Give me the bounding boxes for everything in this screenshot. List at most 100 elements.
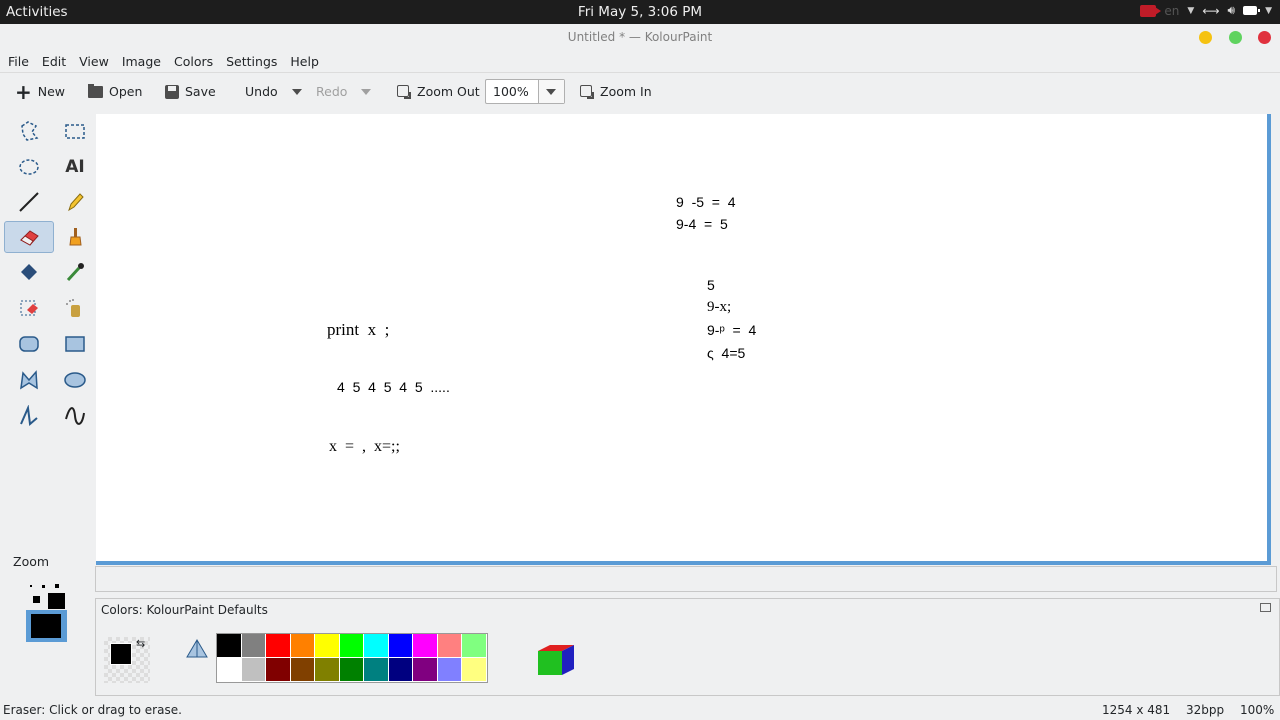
network-icon[interactable]: ⟷ xyxy=(1202,4,1219,18)
canvas-text-9-5-erased: 9-ᵖ = 4 xyxy=(707,322,757,338)
save-button[interactable]: Save xyxy=(165,84,216,99)
eraser-tool[interactable] xyxy=(4,221,54,253)
palette-swatch[interactable] xyxy=(217,634,242,658)
free-form-selection-tool[interactable] xyxy=(4,115,54,147)
plus-icon: + xyxy=(15,79,32,104)
zoom-label: Zoom xyxy=(13,554,50,569)
clock[interactable]: Fri May 5, 3:06 PM xyxy=(0,4,1280,20)
rectangle-icon xyxy=(65,336,85,352)
canvas-text-eq1: 9 -5 = 4 xyxy=(676,194,736,210)
palette-swatch[interactable] xyxy=(290,634,315,658)
menu-help[interactable]: Help xyxy=(286,50,323,72)
zoom-in-label: Zoom In xyxy=(600,84,652,99)
float-panel-icon[interactable] xyxy=(1260,603,1271,612)
pen-tool[interactable] xyxy=(50,186,100,218)
curve-icon xyxy=(65,407,85,425)
elliptical-selection-tool[interactable] xyxy=(4,151,54,183)
redo-dropdown-icon[interactable] xyxy=(361,88,372,95)
palette-swatch[interactable] xyxy=(241,634,266,658)
palette-swatch[interactable] xyxy=(364,634,389,658)
new-button[interactable]: + New xyxy=(15,79,65,104)
swap-colors-icon[interactable]: ⇆ xyxy=(136,637,145,650)
polygon-tool[interactable] xyxy=(4,364,54,396)
colors-panel: Colors: KolourPaint Defaults ⇆ xyxy=(95,598,1280,696)
palette-swatch[interactable] xyxy=(462,634,487,658)
color-picker-tool[interactable] xyxy=(50,256,100,288)
palette-swatch[interactable] xyxy=(339,634,364,658)
flood-fill-tool[interactable] xyxy=(4,256,54,288)
palette-swatch[interactable] xyxy=(241,658,266,682)
text-tool[interactable]: AI xyxy=(50,151,100,183)
folder-icon xyxy=(88,83,103,98)
maximize-button[interactable] xyxy=(1229,31,1242,44)
chevron-down-icon[interactable]: ▼ xyxy=(1187,6,1194,16)
zoom-dropdown-button[interactable] xyxy=(538,80,564,103)
open-label: Open xyxy=(109,84,143,99)
keyboard-layout-indicator[interactable]: en xyxy=(1164,4,1179,18)
rectangular-selection-tool[interactable] xyxy=(50,115,100,147)
eyedropper-icon xyxy=(66,263,84,282)
menu-image[interactable]: Image xyxy=(118,50,165,72)
canvas-text-eq2: 9-4 = 5 xyxy=(676,216,728,232)
curve-tool[interactable] xyxy=(50,400,100,432)
redo-button[interactable]: Redo xyxy=(316,84,372,99)
palette-swatch[interactable] xyxy=(364,658,389,682)
palette-swatch[interactable] xyxy=(217,658,242,682)
chevron-down-icon xyxy=(546,89,556,95)
palette-swatch[interactable] xyxy=(437,634,462,658)
ellipse-tool[interactable] xyxy=(50,364,100,396)
zoom-in-button[interactable]: Zoom In xyxy=(580,84,652,99)
menu-settings[interactable]: Settings xyxy=(222,50,281,72)
palette-swatch[interactable] xyxy=(315,658,340,682)
menu-view[interactable]: View xyxy=(75,50,113,72)
horizontal-scrollbar[interactable] xyxy=(95,566,1277,592)
line-icon xyxy=(19,192,39,212)
rounded-rectangle-tool[interactable] xyxy=(4,328,54,360)
system-menu-chevron-icon[interactable]: ▼ xyxy=(1265,6,1272,16)
status-zoom: 100% xyxy=(1240,703,1275,717)
battery-icon[interactable] xyxy=(1243,6,1261,15)
system-tray[interactable]: en ▼ ⟷ 🔊︎ ▼ xyxy=(1140,3,1272,18)
menu-edit[interactable]: Edit xyxy=(38,50,70,72)
zoom-out-button[interactable]: Zoom Out xyxy=(397,84,480,99)
minimize-button[interactable] xyxy=(1199,31,1212,44)
palette-swatch[interactable] xyxy=(315,634,340,658)
text-tool-icon: AI xyxy=(65,157,85,177)
zoom-out-label: Zoom Out xyxy=(417,84,480,99)
spraycan-tool[interactable] xyxy=(50,292,100,324)
zoom-value[interactable]: 100% xyxy=(493,84,529,99)
color-eraser-icon xyxy=(20,300,38,316)
palette-swatch[interactable] xyxy=(413,634,438,658)
undo-label: Undo xyxy=(245,84,278,99)
tool-options-box[interactable] xyxy=(26,583,68,643)
zoom-combobox[interactable]: 100% xyxy=(485,79,565,104)
palette-swatch[interactable] xyxy=(266,634,291,658)
palette-swatch[interactable] xyxy=(388,634,413,658)
color-eraser-tool[interactable] xyxy=(4,292,54,324)
undo-button[interactable]: Undo xyxy=(245,84,302,99)
palette-swatch[interactable] xyxy=(388,658,413,682)
palette-swatch[interactable] xyxy=(339,658,364,682)
open-button[interactable]: Open xyxy=(88,83,143,99)
menu-colors[interactable]: Colors xyxy=(170,50,217,72)
drawing-canvas[interactable]: 9 -5 = 4 9-4 = 5 5 9-x; 9-ᵖ = 4 ς 4=5 pr… xyxy=(96,114,1271,565)
color-similarity-icon[interactable] xyxy=(186,639,208,659)
polyline-tool[interactable] xyxy=(4,400,54,432)
menu-file[interactable]: File xyxy=(4,50,33,72)
close-button[interactable] xyxy=(1258,31,1271,44)
volume-icon[interactable]: 🔊︎ xyxy=(1228,3,1236,18)
palette-swatch[interactable] xyxy=(437,658,462,682)
foreground-color[interactable] xyxy=(110,643,132,665)
palette-swatch[interactable] xyxy=(266,658,291,682)
line-tool[interactable] xyxy=(4,186,54,218)
rectangle-tool[interactable] xyxy=(50,328,100,360)
main-toolbar: + New Open Save Undo Redo Zoom Out Zoom … xyxy=(0,72,1280,112)
canvas-text-9-x: 9-x; xyxy=(707,299,732,315)
brush-tool[interactable] xyxy=(50,221,100,253)
palette-swatch[interactable] xyxy=(462,658,487,682)
undo-dropdown-icon[interactable] xyxy=(291,88,302,95)
pencil-icon xyxy=(68,193,84,212)
screen-record-icon[interactable] xyxy=(1140,4,1162,17)
palette-swatch[interactable] xyxy=(413,658,438,682)
palette-swatch[interactable] xyxy=(290,658,315,682)
